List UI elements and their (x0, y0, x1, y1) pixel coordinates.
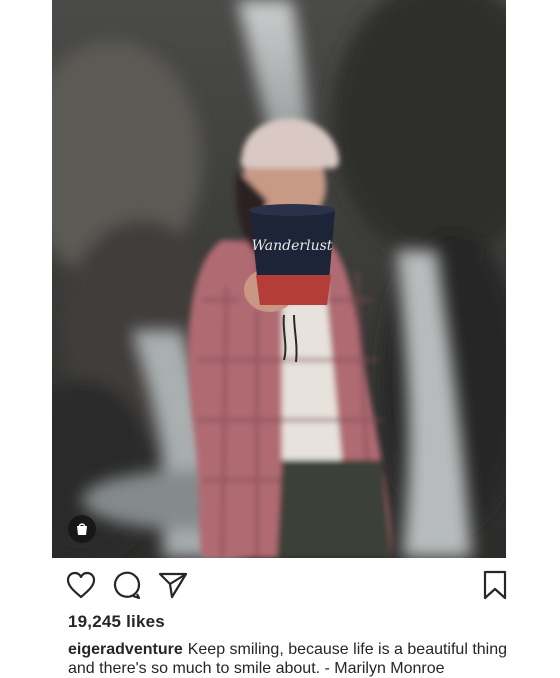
shopping-bag-icon (77, 523, 87, 535)
heart-icon (66, 571, 96, 599)
bookmark-icon (483, 570, 507, 600)
post-photo[interactable]: Wanderlust (52, 0, 506, 558)
save-button[interactable] (478, 568, 512, 602)
caption-username[interactable]: eigeradventure (68, 641, 183, 658)
comment-icon (113, 571, 141, 600)
post-caption: eigeradventure Keep smiling, because life… (68, 640, 508, 678)
shopping-bag-badge[interactable] (68, 515, 96, 543)
paper-plane-icon (158, 572, 188, 599)
post-actions-bar (60, 568, 520, 604)
cup-label: Wanderlust (252, 238, 333, 254)
share-button[interactable] (156, 568, 190, 602)
comment-button[interactable] (110, 568, 144, 602)
likes-count[interactable]: 19,245 likes (68, 612, 165, 632)
like-button[interactable] (64, 568, 98, 602)
